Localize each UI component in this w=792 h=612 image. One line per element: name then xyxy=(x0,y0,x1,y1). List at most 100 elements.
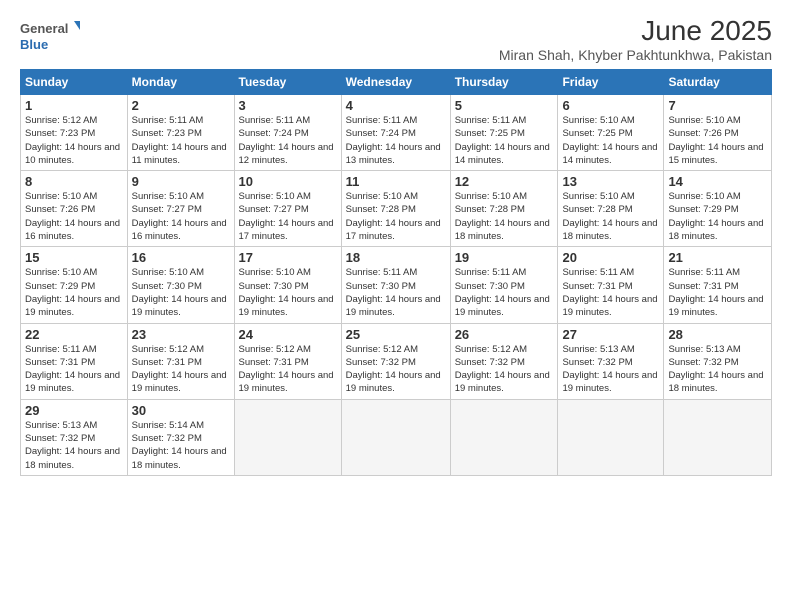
calendar-day: 30 Sunrise: 5:14 AMSunset: 7:32 PMDaylig… xyxy=(127,399,234,475)
day-header: Thursday xyxy=(450,70,558,95)
day-detail: Sunrise: 5:11 AMSunset: 7:30 PMDaylight:… xyxy=(346,266,446,319)
calendar-header: SundayMondayTuesdayWednesdayThursdayFrid… xyxy=(21,70,772,95)
calendar-day xyxy=(450,399,558,475)
calendar-day: 26 Sunrise: 5:12 AMSunset: 7:32 PMDaylig… xyxy=(450,323,558,399)
day-detail: Sunrise: 5:13 AMSunset: 7:32 PMDaylight:… xyxy=(562,343,659,396)
calendar-week: 1 Sunrise: 5:12 AMSunset: 7:23 PMDayligh… xyxy=(21,95,772,171)
day-number: 16 xyxy=(132,250,230,265)
svg-text:Blue: Blue xyxy=(20,37,48,52)
day-number: 6 xyxy=(562,98,659,113)
day-detail: Sunrise: 5:10 AMSunset: 7:27 PMDaylight:… xyxy=(132,190,230,243)
calendar-day: 9 Sunrise: 5:10 AMSunset: 7:27 PMDayligh… xyxy=(127,171,234,247)
day-detail: Sunrise: 5:10 AMSunset: 7:25 PMDaylight:… xyxy=(562,114,659,167)
calendar-week: 29 Sunrise: 5:13 AMSunset: 7:32 PMDaylig… xyxy=(21,399,772,475)
day-number: 18 xyxy=(346,250,446,265)
calendar-body: 1 Sunrise: 5:12 AMSunset: 7:23 PMDayligh… xyxy=(21,95,772,476)
day-number: 2 xyxy=(132,98,230,113)
calendar-day: 8 Sunrise: 5:10 AMSunset: 7:26 PMDayligh… xyxy=(21,171,128,247)
calendar-day: 10 Sunrise: 5:10 AMSunset: 7:27 PMDaylig… xyxy=(234,171,341,247)
day-detail: Sunrise: 5:14 AMSunset: 7:32 PMDaylight:… xyxy=(132,419,230,472)
day-number: 8 xyxy=(25,174,123,189)
title-block: June 2025 Miran Shah, Khyber Pakhtunkhwa… xyxy=(499,15,772,63)
day-detail: Sunrise: 5:10 AMSunset: 7:26 PMDaylight:… xyxy=(668,114,767,167)
calendar-day: 21 Sunrise: 5:11 AMSunset: 7:31 PMDaylig… xyxy=(664,247,772,323)
calendar-day: 6 Sunrise: 5:10 AMSunset: 7:25 PMDayligh… xyxy=(558,95,664,171)
day-header: Sunday xyxy=(21,70,128,95)
day-detail: Sunrise: 5:12 AMSunset: 7:23 PMDaylight:… xyxy=(25,114,123,167)
day-detail: Sunrise: 5:11 AMSunset: 7:31 PMDaylight:… xyxy=(25,343,123,396)
calendar-day: 5 Sunrise: 5:11 AMSunset: 7:25 PMDayligh… xyxy=(450,95,558,171)
day-detail: Sunrise: 5:11 AMSunset: 7:25 PMDaylight:… xyxy=(455,114,554,167)
day-detail: Sunrise: 5:11 AMSunset: 7:31 PMDaylight:… xyxy=(668,266,767,319)
calendar-week: 8 Sunrise: 5:10 AMSunset: 7:26 PMDayligh… xyxy=(21,171,772,247)
calendar-table: SundayMondayTuesdayWednesdayThursdayFrid… xyxy=(20,69,772,476)
calendar-day: 22 Sunrise: 5:11 AMSunset: 7:31 PMDaylig… xyxy=(21,323,128,399)
day-number: 12 xyxy=(455,174,554,189)
day-detail: Sunrise: 5:10 AMSunset: 7:30 PMDaylight:… xyxy=(132,266,230,319)
day-number: 4 xyxy=(346,98,446,113)
calendar-day xyxy=(558,399,664,475)
day-number: 29 xyxy=(25,403,123,418)
day-number: 22 xyxy=(25,327,123,342)
day-number: 24 xyxy=(239,327,337,342)
day-detail: Sunrise: 5:10 AMSunset: 7:29 PMDaylight:… xyxy=(25,266,123,319)
calendar-day: 18 Sunrise: 5:11 AMSunset: 7:30 PMDaylig… xyxy=(341,247,450,323)
calendar-day: 17 Sunrise: 5:10 AMSunset: 7:30 PMDaylig… xyxy=(234,247,341,323)
calendar-week: 22 Sunrise: 5:11 AMSunset: 7:31 PMDaylig… xyxy=(21,323,772,399)
day-detail: Sunrise: 5:10 AMSunset: 7:28 PMDaylight:… xyxy=(346,190,446,243)
day-detail: Sunrise: 5:13 AMSunset: 7:32 PMDaylight:… xyxy=(668,343,767,396)
calendar-day: 12 Sunrise: 5:10 AMSunset: 7:28 PMDaylig… xyxy=(450,171,558,247)
day-number: 1 xyxy=(25,98,123,113)
logo: General Blue xyxy=(20,15,80,55)
calendar-day: 20 Sunrise: 5:11 AMSunset: 7:31 PMDaylig… xyxy=(558,247,664,323)
calendar-day: 23 Sunrise: 5:12 AMSunset: 7:31 PMDaylig… xyxy=(127,323,234,399)
day-detail: Sunrise: 5:12 AMSunset: 7:32 PMDaylight:… xyxy=(346,343,446,396)
day-detail: Sunrise: 5:10 AMSunset: 7:28 PMDaylight:… xyxy=(455,190,554,243)
calendar-day xyxy=(664,399,772,475)
day-number: 5 xyxy=(455,98,554,113)
day-number: 10 xyxy=(239,174,337,189)
calendar-day: 7 Sunrise: 5:10 AMSunset: 7:26 PMDayligh… xyxy=(664,95,772,171)
day-number: 9 xyxy=(132,174,230,189)
day-detail: Sunrise: 5:12 AMSunset: 7:31 PMDaylight:… xyxy=(132,343,230,396)
day-header: Tuesday xyxy=(234,70,341,95)
calendar-day: 29 Sunrise: 5:13 AMSunset: 7:32 PMDaylig… xyxy=(21,399,128,475)
day-number: 25 xyxy=(346,327,446,342)
day-number: 19 xyxy=(455,250,554,265)
day-number: 27 xyxy=(562,327,659,342)
svg-text:General: General xyxy=(20,21,68,36)
calendar-day: 3 Sunrise: 5:11 AMSunset: 7:24 PMDayligh… xyxy=(234,95,341,171)
calendar-day: 15 Sunrise: 5:10 AMSunset: 7:29 PMDaylig… xyxy=(21,247,128,323)
day-detail: Sunrise: 5:11 AMSunset: 7:23 PMDaylight:… xyxy=(132,114,230,167)
day-detail: Sunrise: 5:13 AMSunset: 7:32 PMDaylight:… xyxy=(25,419,123,472)
calendar-day: 2 Sunrise: 5:11 AMSunset: 7:23 PMDayligh… xyxy=(127,95,234,171)
calendar-day: 11 Sunrise: 5:10 AMSunset: 7:28 PMDaylig… xyxy=(341,171,450,247)
calendar-day: 24 Sunrise: 5:12 AMSunset: 7:31 PMDaylig… xyxy=(234,323,341,399)
day-header: Wednesday xyxy=(341,70,450,95)
day-header: Monday xyxy=(127,70,234,95)
day-detail: Sunrise: 5:12 AMSunset: 7:31 PMDaylight:… xyxy=(239,343,337,396)
day-number: 11 xyxy=(346,174,446,189)
day-detail: Sunrise: 5:12 AMSunset: 7:32 PMDaylight:… xyxy=(455,343,554,396)
day-detail: Sunrise: 5:11 AMSunset: 7:24 PMDaylight:… xyxy=(346,114,446,167)
calendar-day: 4 Sunrise: 5:11 AMSunset: 7:24 PMDayligh… xyxy=(341,95,450,171)
page-title: June 2025 xyxy=(499,15,772,47)
day-number: 20 xyxy=(562,250,659,265)
day-number: 3 xyxy=(239,98,337,113)
calendar-day xyxy=(341,399,450,475)
day-detail: Sunrise: 5:10 AMSunset: 7:28 PMDaylight:… xyxy=(562,190,659,243)
calendar-week: 15 Sunrise: 5:10 AMSunset: 7:29 PMDaylig… xyxy=(21,247,772,323)
day-header: Saturday xyxy=(664,70,772,95)
calendar-day: 19 Sunrise: 5:11 AMSunset: 7:30 PMDaylig… xyxy=(450,247,558,323)
calendar-day: 14 Sunrise: 5:10 AMSunset: 7:29 PMDaylig… xyxy=(664,171,772,247)
page-subtitle: Miran Shah, Khyber Pakhtunkhwa, Pakistan xyxy=(499,47,772,63)
day-detail: Sunrise: 5:10 AMSunset: 7:30 PMDaylight:… xyxy=(239,266,337,319)
day-detail: Sunrise: 5:11 AMSunset: 7:31 PMDaylight:… xyxy=(562,266,659,319)
day-number: 13 xyxy=(562,174,659,189)
calendar-day: 16 Sunrise: 5:10 AMSunset: 7:30 PMDaylig… xyxy=(127,247,234,323)
calendar-day: 28 Sunrise: 5:13 AMSunset: 7:32 PMDaylig… xyxy=(664,323,772,399)
day-detail: Sunrise: 5:11 AMSunset: 7:30 PMDaylight:… xyxy=(455,266,554,319)
day-number: 21 xyxy=(668,250,767,265)
calendar-day: 27 Sunrise: 5:13 AMSunset: 7:32 PMDaylig… xyxy=(558,323,664,399)
day-detail: Sunrise: 5:10 AMSunset: 7:27 PMDaylight:… xyxy=(239,190,337,243)
